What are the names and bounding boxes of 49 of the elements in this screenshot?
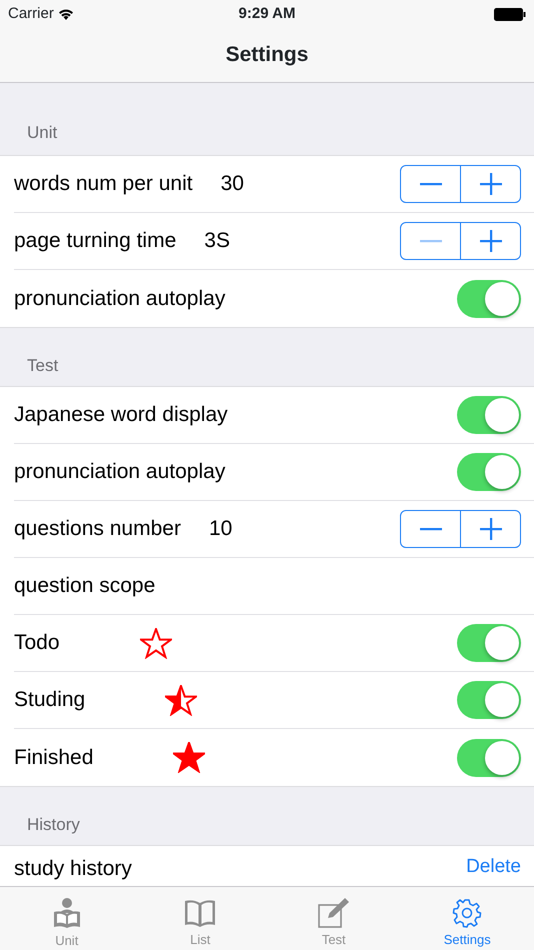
section-header: Unit — [27, 122, 58, 144]
stepper[interactable] — [400, 222, 521, 260]
stepper[interactable] — [400, 510, 521, 548]
setting-label: Todo — [14, 630, 60, 656]
setting-value: 3S — [204, 228, 230, 254]
star-icon — [140, 628, 172, 658]
delete-link[interactable]: Delete — [466, 857, 521, 878]
toggle-switch[interactable] — [457, 453, 521, 491]
toggle-switch[interactable] — [457, 396, 521, 434]
section-header: Test — [27, 354, 58, 376]
book-icon — [183, 898, 218, 928]
stepper[interactable] — [400, 165, 521, 203]
nav-title: Settings — [226, 42, 308, 68]
plus-icon — [480, 230, 502, 252]
pencil-icon — [318, 897, 350, 928]
reader-icon — [52, 897, 82, 929]
star-icon — [173, 742, 206, 773]
setting-label: questions number — [14, 516, 181, 542]
toggle-switch[interactable] — [457, 624, 521, 662]
setting-value: 10 — [208, 516, 232, 542]
toggle-switch[interactable] — [457, 738, 521, 776]
minus-icon — [420, 182, 442, 186]
section-header: History — [27, 814, 80, 836]
setting-label: page turning time — [14, 228, 176, 254]
toggle-switch[interactable] — [457, 681, 521, 719]
setting-label: study history — [14, 857, 132, 880]
minus-icon — [420, 528, 442, 530]
plus-icon — [480, 518, 502, 540]
setting-label: Japanese word display — [14, 402, 228, 428]
star-icon — [165, 684, 198, 716]
battery-icon — [494, 8, 526, 20]
toggle-switch[interactable] — [457, 280, 521, 318]
tab-item[interactable]: Settings — [400, 887, 534, 950]
tab-item[interactable]: Unit — [0, 887, 134, 950]
minus-icon — [420, 240, 442, 242]
setting-label: words num per unit — [14, 171, 193, 198]
setting-label: Studing — [14, 687, 86, 714]
status-time: 9:29 AM — [238, 4, 296, 22]
setting-label: pronunciation autoplay — [14, 459, 226, 486]
tab-item[interactable]: List — [134, 887, 267, 950]
wifi-icon — [58, 8, 74, 20]
settings-icon — [452, 898, 482, 928]
setting-label: question scope — [14, 573, 156, 600]
tab-item[interactable]: Test — [267, 887, 400, 950]
setting-label: Finished — [14, 744, 94, 771]
setting-value: 30 — [220, 171, 244, 198]
plus-icon — [480, 173, 502, 195]
carrier-name: Carrier — [8, 4, 54, 24]
setting-label: pronunciation autoplay — [14, 286, 226, 312]
